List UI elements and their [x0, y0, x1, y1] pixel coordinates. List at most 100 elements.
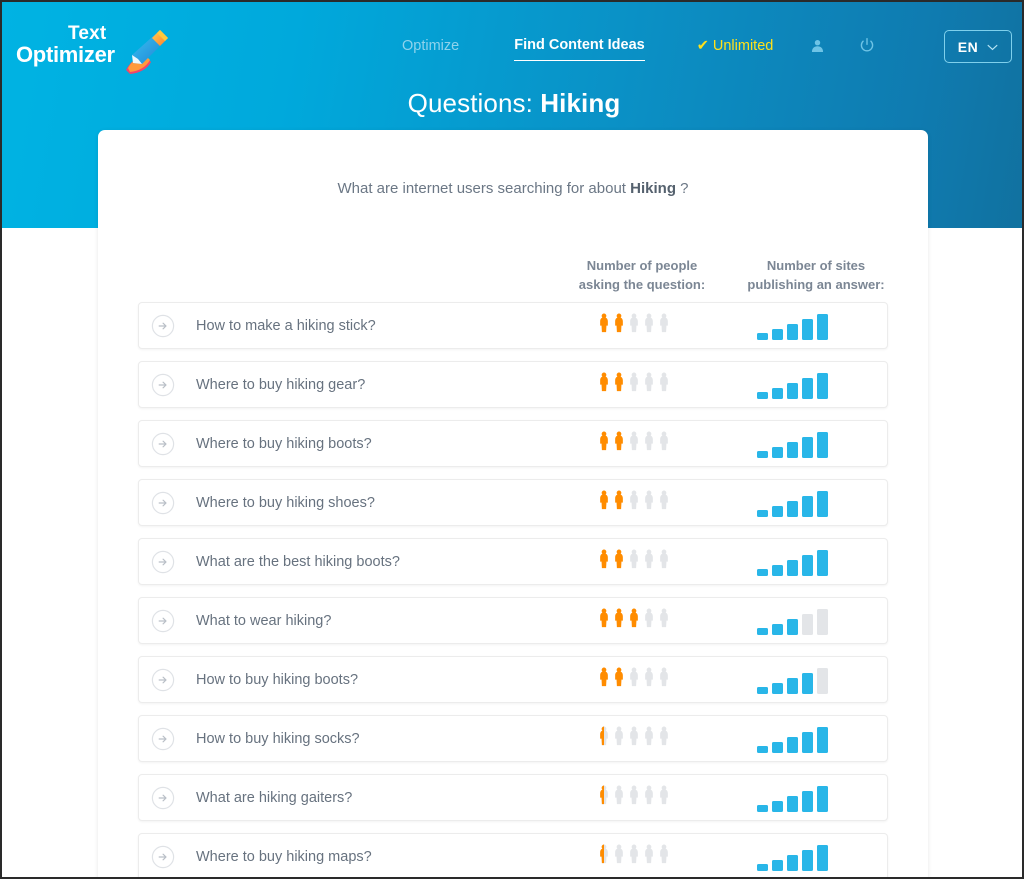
person-icon: [642, 490, 656, 515]
bar: [787, 677, 798, 694]
table-row[interactable]: How to buy hiking socks?: [138, 715, 888, 762]
language-selector[interactable]: EN: [944, 30, 1012, 63]
sites-publishing-bars: [757, 607, 843, 635]
person-icon: [597, 785, 611, 810]
people-asking-rating: [597, 667, 687, 692]
bar: [802, 731, 813, 753]
person-icon: [597, 490, 611, 515]
arrow-right-circle-icon[interactable]: [151, 491, 175, 515]
person-icon: [627, 726, 641, 751]
logo[interactable]: Text Optimizer: [16, 18, 176, 78]
bar: [802, 554, 813, 576]
column-header-sites-line2: publishing an answer:: [747, 277, 885, 292]
arrow-right-circle-icon[interactable]: [151, 609, 175, 633]
arrow-right-circle-icon[interactable]: [151, 432, 175, 456]
people-asking-rating: [597, 844, 687, 869]
plan-badge[interactable]: ✔ Unlimited: [697, 38, 774, 61]
column-header-people-line1: Number of people: [586, 258, 698, 273]
bar: [802, 377, 813, 399]
question-text: Where to buy hiking gear?: [196, 376, 366, 393]
person-icon: [612, 431, 626, 456]
person-icon: [642, 549, 656, 574]
person-icon: [657, 608, 671, 633]
person-icon: [642, 431, 656, 456]
bar: [787, 323, 798, 340]
person-icon: [657, 490, 671, 515]
column-headers: Number of people asking the question: Nu…: [98, 256, 928, 300]
table-row[interactable]: What are hiking gaiters?: [138, 774, 888, 821]
nav-optimize[interactable]: Optimize: [402, 38, 459, 61]
arrow-right-circle-icon[interactable]: [151, 668, 175, 692]
arrow-right-circle-icon[interactable]: [151, 727, 175, 751]
person-icon: [657, 785, 671, 810]
table-row[interactable]: What are the best hiking boots?: [138, 538, 888, 585]
person-icon: [597, 549, 611, 574]
person-icon: [597, 844, 611, 869]
bar: [802, 613, 813, 635]
bar: [817, 785, 828, 812]
nav-find-content-ideas[interactable]: Find Content Ideas: [514, 37, 645, 61]
person-icon: [627, 608, 641, 633]
sites-publishing-bars: [757, 843, 843, 871]
bar: [757, 804, 768, 812]
person-icon: [657, 313, 671, 338]
person-icon: [612, 313, 626, 338]
question-list: How to make a hiking stick? Where to buy …: [138, 302, 888, 877]
bar: [757, 745, 768, 753]
bar: [772, 446, 783, 458]
bar: [817, 549, 828, 576]
people-asking-rating: [597, 372, 687, 397]
question-text: Where to buy hiking maps?: [196, 848, 372, 865]
person-icon: [612, 490, 626, 515]
bar: [757, 391, 768, 399]
question-text: Where to buy hiking boots?: [196, 435, 372, 452]
bar: [787, 441, 798, 458]
table-row[interactable]: How to buy hiking boots?: [138, 656, 888, 703]
bar: [772, 328, 783, 340]
sites-publishing-bars: [757, 784, 843, 812]
person-icon: [627, 490, 641, 515]
table-row[interactable]: Where to buy hiking gear?: [138, 361, 888, 408]
question-text: How to make a hiking stick?: [196, 317, 376, 334]
column-header-sites-line1: Number of sites: [766, 258, 866, 273]
question-text: How to buy hiking boots?: [196, 671, 359, 688]
person-icon: [642, 844, 656, 869]
sites-publishing-bars: [757, 312, 843, 340]
table-row[interactable]: Where to buy hiking maps?: [138, 833, 888, 877]
person-icon: [612, 608, 626, 633]
table-row[interactable]: Where to buy hiking shoes?: [138, 479, 888, 526]
bar: [817, 726, 828, 753]
arrow-right-circle-icon[interactable]: [151, 314, 175, 338]
bar: [817, 667, 828, 694]
sites-publishing-bars: [757, 371, 843, 399]
user-icon[interactable]: [807, 38, 827, 60]
table-row[interactable]: What to wear hiking?: [138, 597, 888, 644]
people-asking-rating: [597, 549, 687, 574]
table-row[interactable]: How to make a hiking stick?: [138, 302, 888, 349]
person-icon: [597, 608, 611, 633]
bar: [817, 372, 828, 399]
arrow-right-circle-icon[interactable]: [151, 786, 175, 810]
bar: [787, 500, 798, 517]
arrow-right-circle-icon[interactable]: [151, 373, 175, 397]
arrow-right-circle-icon[interactable]: [151, 550, 175, 574]
rocket-pencil-icon: [120, 24, 172, 76]
person-icon: [657, 726, 671, 751]
person-icon: [612, 667, 626, 692]
main-nav: Optimize Find Content Ideas ✔ Unlimited: [402, 32, 877, 66]
arrow-right-circle-icon[interactable]: [151, 845, 175, 869]
people-asking-rating: [597, 490, 687, 515]
table-row[interactable]: Where to buy hiking boots?: [138, 420, 888, 467]
people-asking-rating: [597, 313, 687, 338]
person-icon: [627, 844, 641, 869]
power-icon[interactable]: [857, 37, 877, 60]
bar: [772, 741, 783, 753]
person-icon: [612, 726, 626, 751]
bar: [802, 849, 813, 871]
person-icon: [612, 372, 626, 397]
person-icon: [627, 313, 641, 338]
person-icon: [627, 785, 641, 810]
bar: [787, 618, 798, 635]
bar: [757, 627, 768, 635]
person-icon: [627, 372, 641, 397]
